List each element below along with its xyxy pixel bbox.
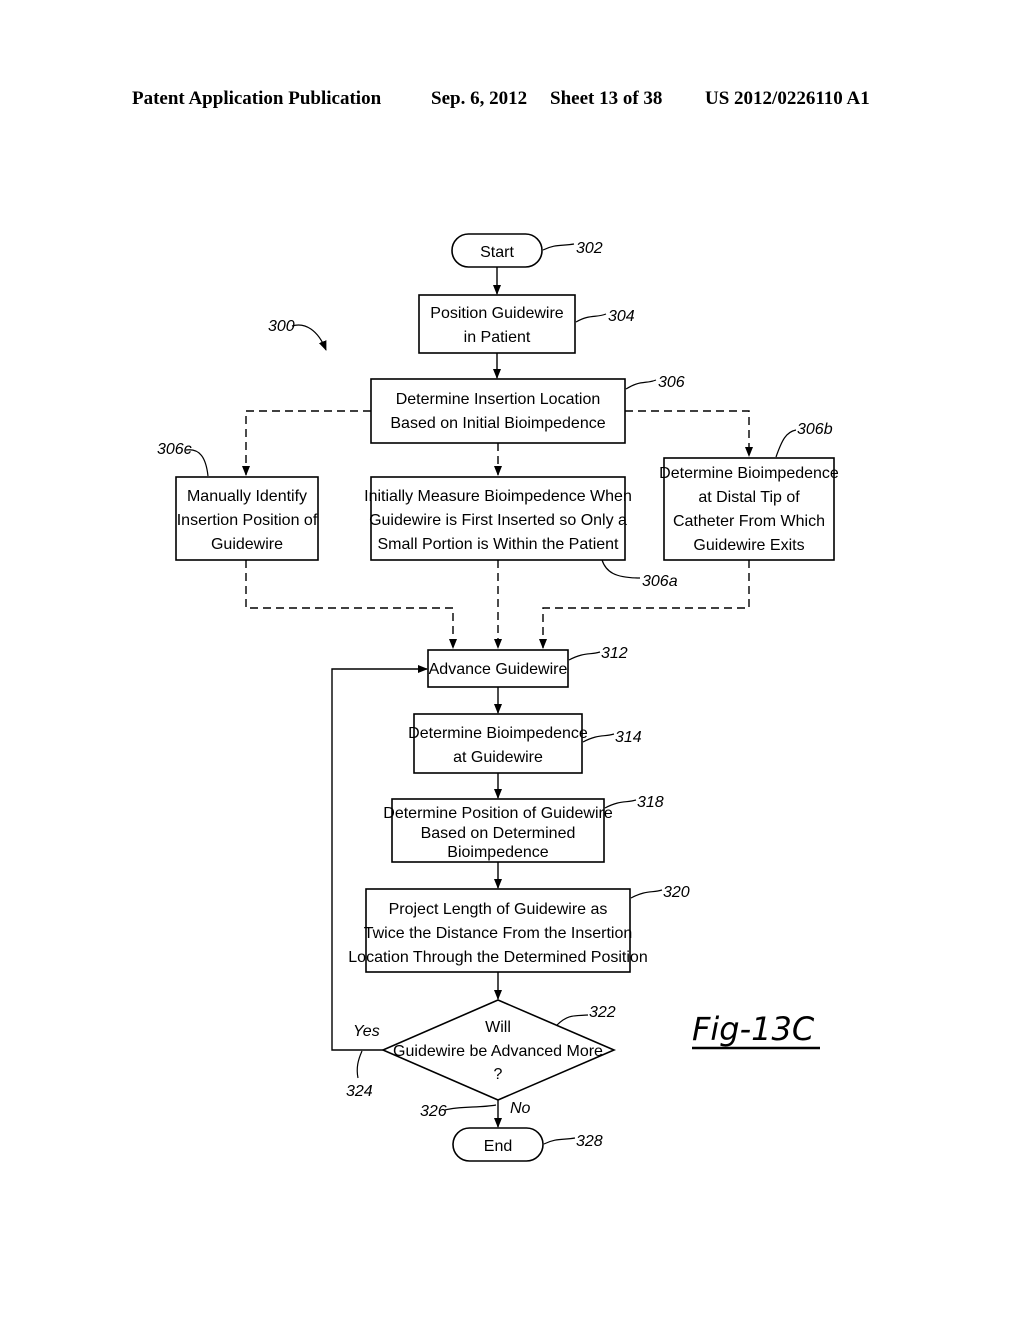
edge-dashed [625, 410, 753, 457]
node-text: Advance Guidewire [429, 661, 568, 678]
node-ref: 328 [576, 1133, 603, 1150]
node-ref: 314 [615, 729, 642, 746]
node-text: Bioimpedence [447, 844, 549, 861]
node-text: Determine Position of Guidewire [383, 805, 613, 822]
node-314: Determine Bioimpedence at Guidewire 314 [408, 713, 642, 774]
node-ref: 302 [576, 240, 603, 257]
edge-no-label: No [510, 1100, 531, 1117]
node-text: Determine Bioimpedence [659, 465, 839, 482]
node-304: Position Guidewire in Patient 304 [418, 294, 635, 354]
node-322-decision: Will Guidewire be Advanced More ? 322 [380, 999, 617, 1101]
node-text: Determine Bioimpedence [408, 725, 588, 742]
node-text: End [484, 1138, 512, 1155]
node-text: Guidewire is First Inserted so Only a [369, 512, 627, 529]
node-text: Twice the Distance From the Insertion [364, 925, 633, 942]
node-text: Manually Identify [187, 488, 307, 505]
node-306b: Determine Bioimpedence at Distal Tip of … [659, 421, 839, 561]
node-ref: 304 [608, 308, 635, 325]
edge-yes-label: Yes [353, 1023, 380, 1040]
figure-label: Fig-13C [692, 1010, 815, 1048]
edge-no-ref: 326 [420, 1103, 447, 1120]
node-text: Will [485, 1019, 511, 1036]
node-text: Catheter From Which [673, 513, 825, 530]
node-text: ? [494, 1066, 503, 1083]
edge-dashed [242, 410, 371, 476]
node-text: Guidewire Exits [693, 537, 804, 554]
node-text: Start [480, 244, 514, 261]
node-312: Advance Guidewire 312 [427, 645, 628, 688]
node-318: Determine Position of Guidewire Based on… [383, 794, 664, 863]
node-ref: 312 [601, 645, 628, 662]
node-306a: Initially Measure Bioimpedence When Guid… [364, 476, 678, 590]
node-ref: 306a [642, 573, 678, 590]
node-306c: Manually Identify Insertion Position of … [157, 441, 319, 561]
node-text: Guidewire [211, 536, 283, 553]
node-text: Initially Measure Bioimpedence When [364, 488, 632, 505]
node-start: Start 302 [451, 233, 603, 268]
node-text: at Guidewire [453, 749, 543, 766]
node-text: Based on Initial Bioimpedence [390, 415, 605, 432]
node-ref: 322 [589, 1004, 616, 1021]
node-text: Location Through the Determined Position [348, 949, 647, 966]
node-ref: 306 [658, 374, 685, 391]
node-text: in Patient [464, 329, 531, 346]
node-text: Based on Determined [421, 825, 576, 842]
flowchart: 300 Start 302 Position Guidewire in Pati… [157, 233, 839, 1162]
figure-ref: 300 [268, 318, 295, 335]
node-text: Position Guidewire [430, 305, 564, 322]
figure-ref-arrow [291, 324, 327, 351]
node-text: Determine Insertion Location [396, 391, 601, 408]
edge-yes-ref: 324 [346, 1083, 373, 1100]
node-text: Insertion Position of [177, 512, 318, 529]
node-ref: 320 [663, 884, 690, 901]
node-320: Project Length of Guidewire as Twice the… [348, 884, 690, 973]
node-ref: 306b [797, 421, 833, 438]
node-text: Project Length of Guidewire as [389, 901, 608, 918]
edge-dashed [245, 560, 457, 649]
node-text: Guidewire be Advanced More [393, 1043, 603, 1060]
node-end: End 328 [452, 1127, 603, 1162]
node-ref: 318 [637, 794, 664, 811]
node-306: Determine Insertion Location Based on In… [370, 374, 685, 444]
node-text: at Distal Tip of [698, 489, 800, 506]
node-text: Small Portion is Within the Patient [378, 536, 620, 553]
